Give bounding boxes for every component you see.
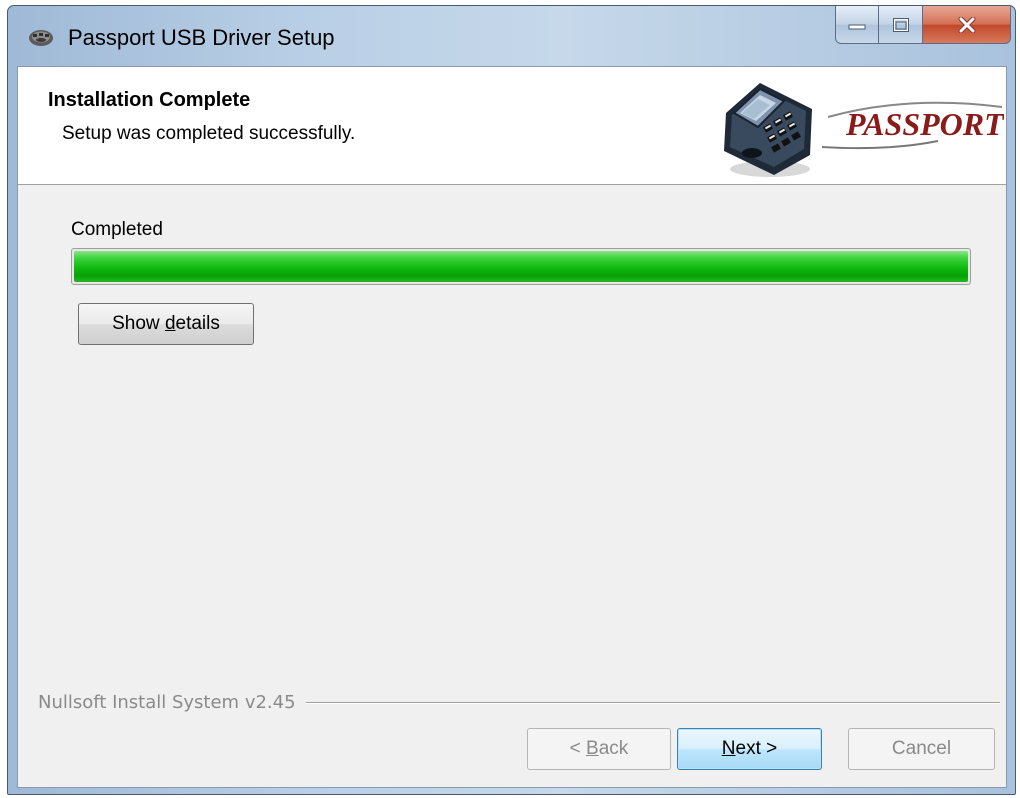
header-banner: Installation Complete Setup was complete… bbox=[18, 67, 1006, 185]
title-bar[interactable]: Passport USB Driver Setup bbox=[8, 6, 1015, 64]
next-button[interactable]: Next > bbox=[677, 728, 822, 770]
progress-status-label: Completed bbox=[71, 219, 163, 240]
show-details-label-start: Show bbox=[112, 313, 165, 334]
next-mnemonic: N bbox=[721, 738, 736, 759]
cancel-button[interactable]: Cancel bbox=[848, 728, 995, 770]
caption-buttons bbox=[835, 6, 1011, 46]
cancel-label: Cancel bbox=[891, 738, 952, 759]
window-title: Passport USB Driver Setup bbox=[68, 25, 335, 50]
back-label-start: < bbox=[569, 738, 587, 759]
progress-bar-fill bbox=[74, 251, 968, 282]
close-button[interactable] bbox=[923, 6, 1011, 44]
stenograph-device-image bbox=[724, 83, 812, 177]
back-mnemonic: B bbox=[586, 738, 599, 759]
page-title: Installation Complete bbox=[48, 89, 251, 111]
gear-icon bbox=[29, 30, 53, 46]
minimize-icon bbox=[848, 24, 866, 29]
show-details-button[interactable]: Show d etails bbox=[78, 303, 254, 345]
dialog-body: Installation Complete Setup was complete… bbox=[17, 66, 1007, 788]
page-subtitle: Setup was completed successfully. bbox=[62, 123, 356, 144]
back-button[interactable]: < Back bbox=[527, 728, 671, 770]
minimize-button[interactable] bbox=[835, 6, 879, 44]
setup-window: Passport USB Driver Setup Installation C… bbox=[7, 5, 1016, 795]
back-label-end: ack bbox=[598, 738, 629, 759]
svg-text:PASSPORT: PASSPORT bbox=[845, 106, 1004, 142]
progress-bar bbox=[71, 248, 971, 285]
maximize-icon bbox=[892, 17, 909, 32]
maximize-button[interactable] bbox=[879, 6, 923, 44]
branding-line: Nullsoft Install System v2.45 bbox=[38, 687, 1000, 717]
show-details-mnemonic: d bbox=[164, 313, 176, 334]
show-details-label-end: etails bbox=[175, 313, 220, 334]
branding-divider bbox=[305, 702, 1000, 704]
branding-text: Nullsoft Install System v2.45 bbox=[38, 691, 296, 713]
next-label-end: ext > bbox=[735, 738, 778, 759]
close-icon bbox=[958, 16, 975, 33]
passport-logo: PASSPORT bbox=[821, 101, 1004, 150]
